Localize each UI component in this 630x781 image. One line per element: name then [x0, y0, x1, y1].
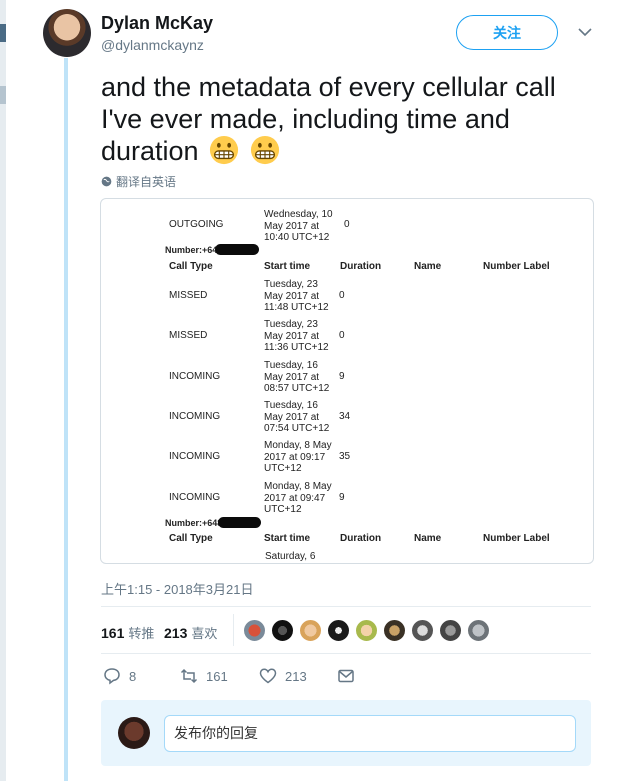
redaction-mark	[218, 517, 261, 528]
tweet-text: and the metadata of every cellular call …	[101, 72, 591, 168]
start-time-cell: Monday, 8 May 2017 at 09:17 UTC+12	[264, 440, 332, 474]
liker-avatar[interactable]	[467, 619, 490, 642]
liker-avatars	[243, 619, 490, 642]
duration-cell: 0	[344, 219, 350, 230]
likes-stat[interactable]: 213 喜欢	[164, 623, 217, 642]
divider	[101, 653, 591, 654]
liker-avatar[interactable]	[439, 619, 462, 642]
duration-cell: 0	[339, 290, 345, 301]
divider	[233, 614, 234, 646]
duration-cell: 35	[339, 451, 351, 462]
reply-count: 8	[129, 668, 137, 684]
current-user-avatar	[118, 717, 150, 749]
start-time-cell: Monday, 8 May 2017 at 09:47 UTC+12	[264, 481, 332, 515]
envelope-icon	[338, 669, 354, 683]
call-type-cell: MISSED	[169, 290, 208, 301]
window-edge-strip	[0, 0, 6, 781]
retweets-count: 161	[101, 625, 125, 641]
like-action[interactable]: 213	[259, 667, 307, 685]
retweet-icon	[180, 668, 198, 684]
column-header: Number Label	[483, 533, 550, 544]
user-avatar[interactable]	[43, 9, 91, 57]
duration-cell: 9	[339, 371, 345, 382]
call-type-cell: MISSED	[169, 330, 208, 341]
reply-icon	[104, 668, 120, 685]
column-header: Name	[414, 261, 442, 272]
start-time-cell: Tuesday, 16 May 2017 at 08:57 UTC+12	[264, 360, 330, 394]
liker-avatar[interactable]	[383, 619, 406, 642]
retweets-stat[interactable]: 161 转推	[101, 623, 154, 642]
column-header: Number Label	[483, 261, 550, 272]
call-log-image[interactable]: OUTGOING Wednesday, 10 May 2017 at 10:40…	[100, 198, 594, 564]
liker-avatar[interactable]	[299, 619, 322, 642]
column-header: Duration	[340, 261, 382, 272]
duration-cell: 9	[339, 492, 345, 503]
grimacing-face-emoji-icon	[250, 135, 279, 165]
start-time-cell: Saturday, 6	[265, 551, 316, 562]
start-time-cell: Tuesday, 16 May 2017 at 07:54 UTC+12	[264, 400, 330, 434]
reply-composer: 发布你的回复	[101, 700, 591, 766]
reply-action[interactable]: 8	[103, 667, 136, 685]
column-header: Duration	[340, 533, 382, 544]
user-handle[interactable]: @dylanmckaynz	[101, 37, 204, 53]
column-header: Call Type	[169, 533, 213, 544]
retweets-label: 转推	[128, 626, 155, 641]
likes-label: 喜欢	[191, 626, 218, 641]
start-time-cell: Tuesday, 23 May 2017 at 11:36 UTC+12	[264, 319, 329, 353]
call-type-cell: INCOMING	[169, 492, 221, 503]
divider	[101, 606, 591, 607]
column-header: Start time	[264, 533, 311, 544]
thread-line	[64, 58, 68, 781]
likes-count: 213	[164, 625, 188, 641]
globe-icon	[101, 176, 112, 187]
number-label: Number:+648	[165, 518, 223, 528]
call-type-cell: INCOMING	[169, 411, 221, 422]
liker-avatar[interactable]	[271, 619, 294, 642]
duration-cell: 34	[339, 411, 351, 422]
call-type-cell: OUTGOING	[169, 219, 224, 230]
liker-avatar[interactable]	[411, 619, 434, 642]
like-count: 213	[285, 668, 307, 684]
display-name[interactable]: Dylan McKay	[101, 13, 213, 34]
tweet-timestamp[interactable]: 上午1:15 - 2018年3月21日	[101, 579, 253, 598]
duration-cell: 0	[339, 330, 345, 341]
retweet-count: 161	[206, 668, 228, 684]
heart-icon	[259, 668, 277, 684]
translate-link[interactable]: 翻译自英语	[101, 173, 176, 190]
tweet-body: and the metadata of every cellular call …	[101, 72, 556, 166]
grimacing-face-emoji-icon	[210, 135, 239, 165]
number-label: Number:+641	[165, 245, 223, 255]
direct-message-action[interactable]	[337, 667, 355, 685]
redaction-mark	[215, 244, 259, 255]
liker-avatar[interactable]	[355, 619, 378, 642]
column-header: Call Type	[169, 261, 213, 272]
column-header: Start time	[264, 261, 311, 272]
follow-button[interactable]: 关注	[456, 15, 558, 50]
reply-input[interactable]: 发布你的回复	[164, 715, 576, 752]
translate-label: 翻译自英语	[116, 175, 177, 189]
window-edge-marker	[0, 24, 6, 42]
liker-avatar[interactable]	[327, 619, 350, 642]
retweet-action[interactable]: 161	[180, 667, 228, 685]
liker-avatar[interactable]	[243, 619, 266, 642]
window-edge-marker	[0, 86, 6, 104]
column-header: Name	[414, 533, 442, 544]
call-type-cell: INCOMING	[169, 371, 221, 382]
start-time-cell: Wednesday, 10 May 2017 at 10:40 UTC+12	[264, 209, 333, 243]
start-time-cell: Tuesday, 23 May 2017 at 11:48 UTC+12	[264, 279, 329, 313]
chevron-down-icon[interactable]	[577, 24, 593, 40]
call-type-cell: INCOMING	[169, 451, 221, 462]
